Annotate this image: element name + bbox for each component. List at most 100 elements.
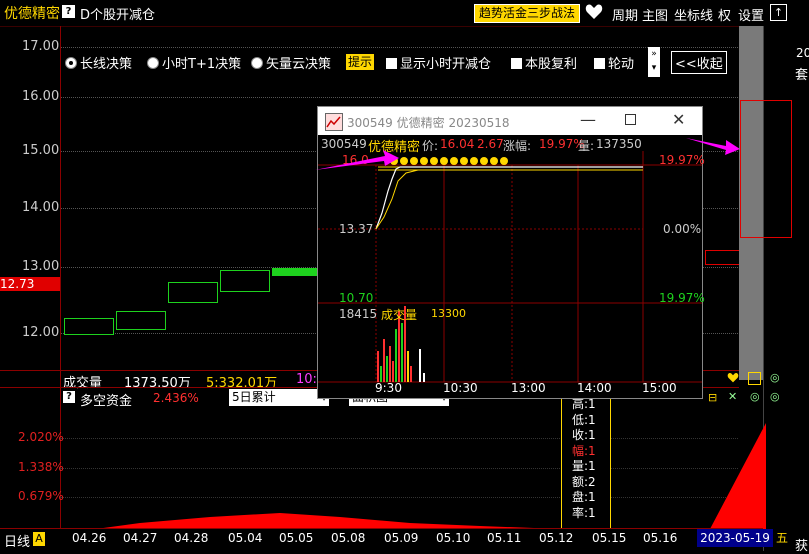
radio-icon xyxy=(251,57,263,69)
popup-y-mid: 13.37 xyxy=(339,222,374,236)
time-label: 15:00 xyxy=(642,381,677,395)
popup-right-low: 19.97% xyxy=(659,291,705,305)
heart-icon[interactable] xyxy=(727,372,739,386)
date-label: 05.15 xyxy=(592,531,627,545)
right-panel-text: 获 xyxy=(795,539,809,554)
checkbox-icon xyxy=(386,58,397,69)
volume-value: 1373.50万 xyxy=(124,376,191,391)
minimize-icon[interactable]: — xyxy=(580,110,596,129)
tooltip-line: 高:1 xyxy=(572,397,596,411)
arrow-annotation-icon xyxy=(686,138,740,155)
scroll-arrows-icon[interactable]: » ▾ xyxy=(648,47,660,77)
fund-area-chart xyxy=(96,423,766,529)
maximize-icon[interactable] xyxy=(625,114,636,125)
vol-value: 137350 xyxy=(596,137,642,151)
option-long-term[interactable]: 长线决策 xyxy=(65,53,132,72)
candle xyxy=(705,250,741,265)
date-label: 05.16 xyxy=(643,531,678,545)
popup-vol-max: 18415 xyxy=(339,307,378,321)
price-value: 16.04 xyxy=(440,137,475,151)
popup-vol-value: 13300 xyxy=(431,307,466,320)
current-price-tag: 12.73 xyxy=(0,277,60,291)
right-panel-text: 套 xyxy=(795,68,809,83)
zoom-icon[interactable]: ◎ xyxy=(750,390,760,403)
popup-title-bar[interactable]: 300549 优德精密 20230518 — ✕ xyxy=(318,107,702,135)
weekday-label: 五 xyxy=(776,531,789,545)
collapse-button[interactable]: <<收起 xyxy=(671,51,727,74)
trend-strategy-button[interactable]: 趋势活金三步战法 xyxy=(474,4,581,23)
date-label: 05.11 xyxy=(487,531,522,545)
date-label: 05.04 xyxy=(228,531,263,545)
price-axis-label: 15.00 xyxy=(22,143,60,158)
tooltip-line: 额:2 xyxy=(572,474,596,489)
date-label: 05.05 xyxy=(279,531,314,545)
fund-panel-value: 2.436% xyxy=(153,391,199,405)
popup-title: 300549 优德精密 20230518 xyxy=(347,116,510,130)
arrow-up-icon[interactable]: ↑ xyxy=(770,4,787,21)
close-icon[interactable]: ✕ xyxy=(672,110,685,129)
candle xyxy=(168,282,218,303)
date-label: 05.10 xyxy=(436,531,471,545)
date-label: 05.12 xyxy=(539,531,574,545)
rights-button[interactable]: 权 xyxy=(718,5,731,24)
change-value: 2.67 xyxy=(477,137,504,151)
price-axis-label: 13.00 xyxy=(22,259,60,274)
zoom-icon[interactable]: ◎ xyxy=(770,390,780,403)
price-axis-label: 17.00 xyxy=(22,39,60,54)
grid-line xyxy=(60,97,738,98)
help-icon[interactable]: ? xyxy=(62,5,75,18)
window-icon[interactable] xyxy=(748,372,761,385)
tooltip-line: 量:1 xyxy=(572,459,596,473)
date-label: 04.28 xyxy=(174,531,209,545)
volume-ma10: 10: xyxy=(296,372,317,387)
checkbox-hourly-cut[interactable]: 显示小时开减仓 xyxy=(386,53,491,72)
option-hourly[interactable]: 小时T+1决策 xyxy=(147,53,241,72)
settings-button[interactable]: 设置 xyxy=(738,5,764,24)
time-label: 14:00 xyxy=(577,381,612,395)
indicator-title: D个股开减仓 xyxy=(80,8,156,23)
intraday-chart xyxy=(318,151,702,383)
tooltip-line: 幅:1 xyxy=(572,443,596,458)
flag-badge[interactable]: A xyxy=(33,532,45,546)
price-axis-label: 16.00 xyxy=(22,89,60,104)
period-select[interactable]: 5日累计▾ xyxy=(229,389,329,406)
date-label: 04.27 xyxy=(123,531,158,545)
bar-tooltip: 高:1 低:1 收:1 幅:1 量:1 额:2 盘:1 率:1 xyxy=(561,392,611,531)
price-line xyxy=(375,166,643,230)
fund-level-label: 0.679% xyxy=(18,489,64,503)
period-button[interactable]: 周期 xyxy=(612,5,638,24)
period-label: 日线 xyxy=(4,535,31,550)
date-label: 05.09 xyxy=(384,531,419,545)
option-vector-cloud[interactable]: 矢量云决策 xyxy=(251,53,331,72)
time-label: 13:00 xyxy=(511,381,546,395)
heart-icon[interactable] xyxy=(585,3,603,23)
candle xyxy=(220,270,270,292)
tooltip-line: 低:1 xyxy=(572,412,596,427)
date-label: 04.26 xyxy=(72,531,107,545)
price-axis-label: 14.00 xyxy=(22,200,60,215)
help-icon[interactable]: ? xyxy=(63,391,75,403)
fund-level-label: 1.338% xyxy=(18,460,64,474)
arrow-annotation-icon xyxy=(315,150,399,170)
popup-vol-title: 成交量 xyxy=(381,308,418,322)
time-label: 9:30 xyxy=(375,381,402,395)
checkbox-compound[interactable]: 本股复利 xyxy=(511,53,577,72)
tooltip-line: 盘:1 xyxy=(572,490,596,504)
date-label: 05.08 xyxy=(331,531,366,545)
checkbox-rotation[interactable]: 轮动 xyxy=(594,53,634,72)
axis-button[interactable]: 坐标线 xyxy=(674,5,713,24)
candle xyxy=(272,268,317,276)
checkbox-icon xyxy=(511,58,522,69)
hint-button[interactable]: 提示 xyxy=(346,54,375,70)
tooltip-line: 率:1 xyxy=(572,505,596,520)
price-box xyxy=(740,100,792,238)
main-chart-button[interactable]: 主图 xyxy=(642,5,668,24)
fund-level-label: 2.020% xyxy=(18,430,64,444)
download-icon[interactable]: ⊟ xyxy=(708,391,717,404)
candle xyxy=(116,311,166,330)
grid-line xyxy=(60,47,738,48)
zoom-icon[interactable]: ◎ xyxy=(770,371,780,384)
popup-right-mid: 0.00% xyxy=(663,222,702,236)
radio-icon xyxy=(147,57,159,69)
shrink-icon[interactable]: ✕ xyxy=(728,390,737,403)
